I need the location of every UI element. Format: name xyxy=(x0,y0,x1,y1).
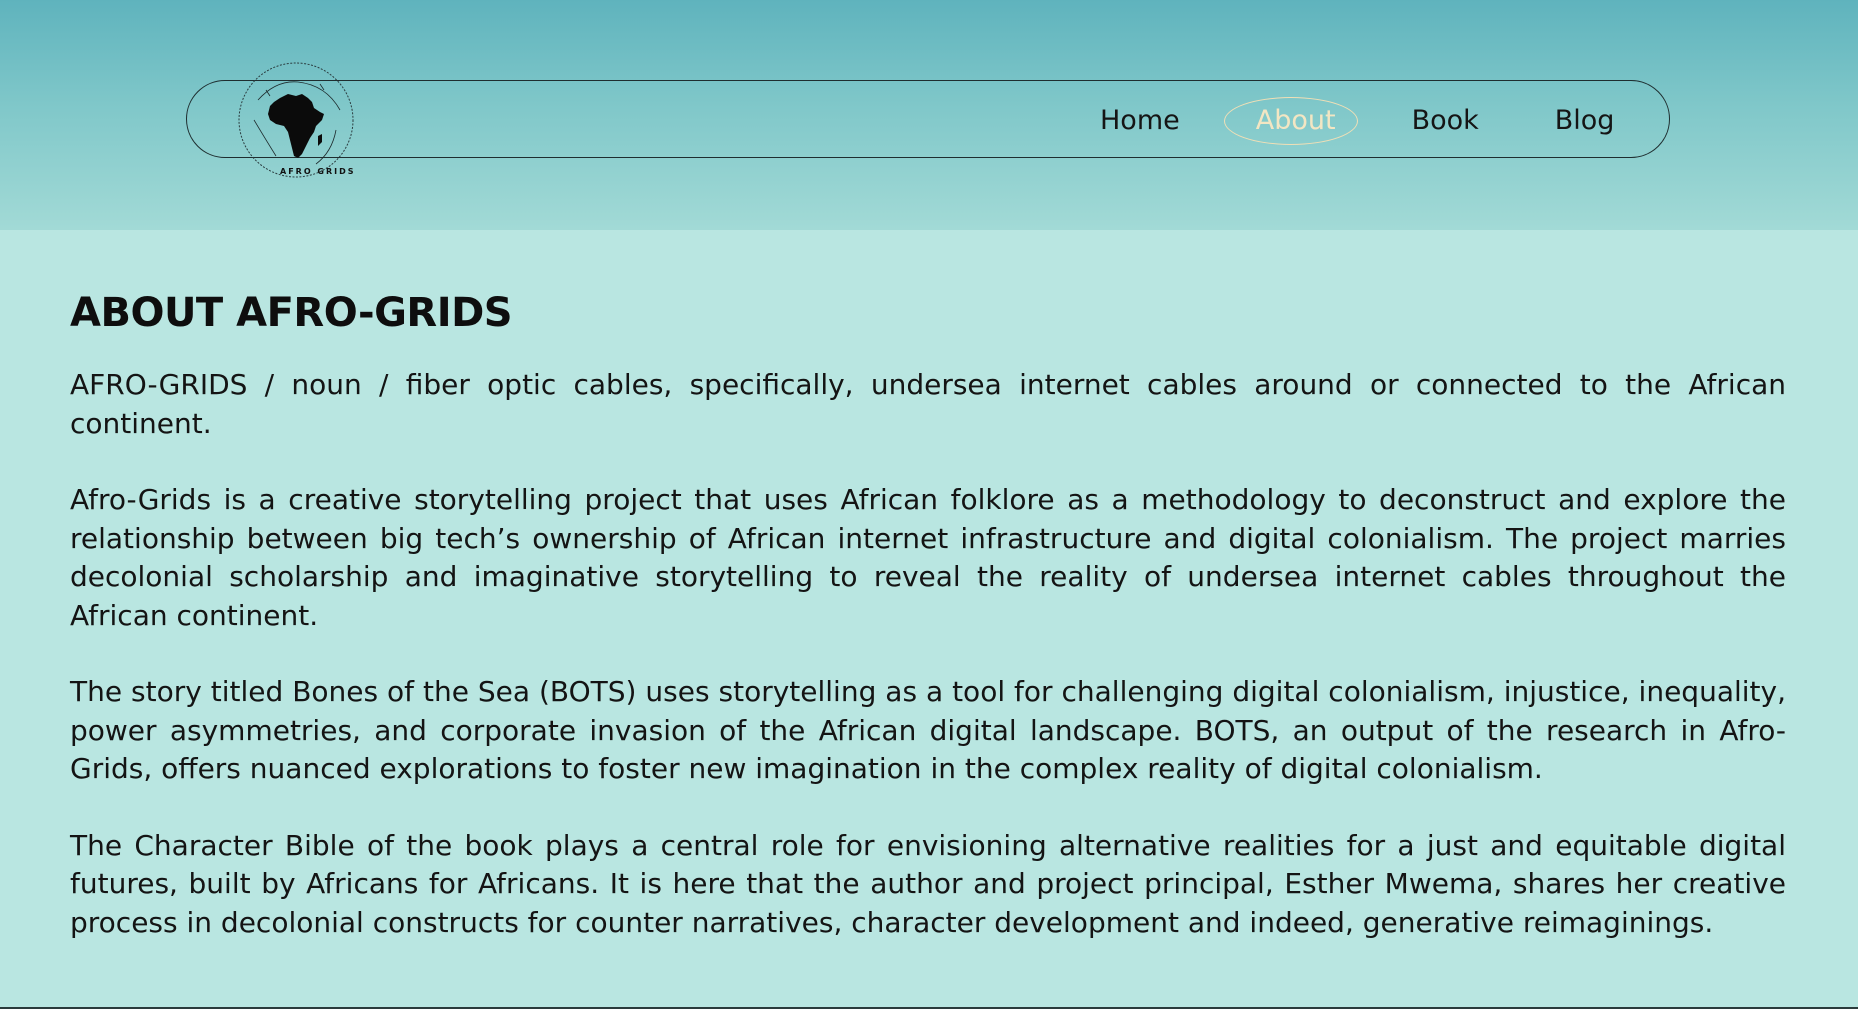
site-header: AFRO GRIDS Home About Book Blog xyxy=(0,0,1858,230)
nav-book[interactable]: Book xyxy=(1412,105,1479,136)
main-content: ABOUT AFRO-GRIDS AFRO-GRIDS / noun / fib… xyxy=(70,290,1786,980)
page-title: ABOUT AFRO-GRIDS xyxy=(70,290,513,336)
nav-about[interactable]: About xyxy=(1223,96,1358,145)
project-paragraph: Afro-Grids is a creative storytelling pr… xyxy=(70,483,1786,632)
definition-paragraph: AFRO-GRIDS / noun / fiber optic cables, … xyxy=(70,368,1786,440)
nav-blog[interactable]: Blog xyxy=(1555,105,1615,136)
nav-links: Home About Book Blog xyxy=(1100,96,1615,145)
africa-map-icon: AFRO GRIDS xyxy=(238,62,356,178)
nav-about-label: About xyxy=(1255,104,1336,136)
character-bible-paragraph: The Character Bible of the book plays a … xyxy=(70,828,1786,939)
logo-wordmark: AFRO GRIDS xyxy=(280,167,356,176)
nav-home[interactable]: Home xyxy=(1100,105,1180,136)
site-logo[interactable]: AFRO GRIDS xyxy=(236,60,360,184)
story-paragraph: The story titled Bones of the Sea (BOTS)… xyxy=(70,675,1786,785)
